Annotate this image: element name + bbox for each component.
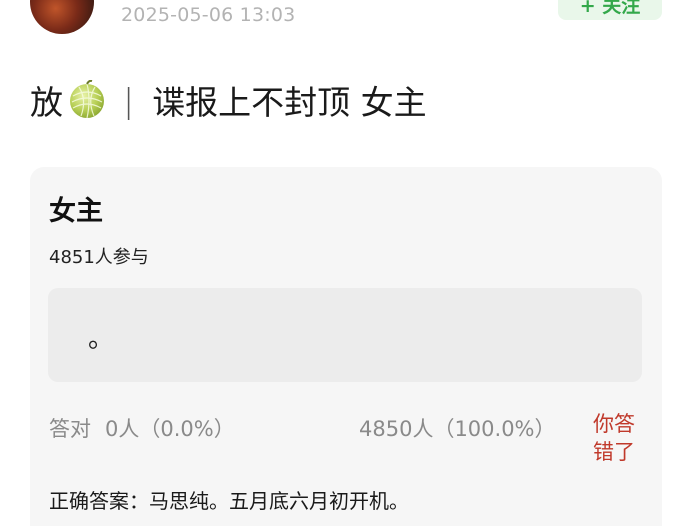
correct-count: 0人（0.0%） bbox=[105, 417, 235, 441]
melon-icon bbox=[70, 80, 104, 119]
correct-label: 答对 bbox=[49, 417, 91, 441]
title-text: 谍报上不封顶 女主 bbox=[152, 83, 427, 122]
other-stat: 4850人（100.0%） bbox=[359, 417, 556, 441]
post-title: 放 | 谍报上不封顶 女主 bbox=[30, 76, 427, 124]
poll-option[interactable]: 。 bbox=[48, 288, 642, 382]
title-separator: | bbox=[123, 80, 135, 120]
post-timestamp: 2025-05-06 13:03 bbox=[121, 4, 296, 26]
poll-title: 女主 bbox=[49, 196, 103, 227]
poll-card: 女主 4851人参与 。 答对 0人（0.0%） 4850人（100.0%） 你答… bbox=[30, 167, 662, 526]
poll-participants: 4851人参与 bbox=[49, 247, 149, 268]
avatar[interactable] bbox=[30, 0, 94, 34]
poll-option-text: 。 bbox=[88, 324, 115, 354]
follow-button[interactable]: + 关注 bbox=[558, 0, 662, 20]
correct-answer: 正确答案：马思纯。五月底六月初开机。 bbox=[49, 489, 409, 513]
correct-stat: 答对 0人（0.0%） bbox=[49, 413, 235, 443]
title-prefix: 放 bbox=[30, 83, 63, 122]
weibo-post: 2025-05-06 13:03 + 关注 放 | 谍报上不封顶 女主 女主 4… bbox=[0, 0, 690, 526]
result-badge: 你答错了 bbox=[593, 412, 635, 464]
